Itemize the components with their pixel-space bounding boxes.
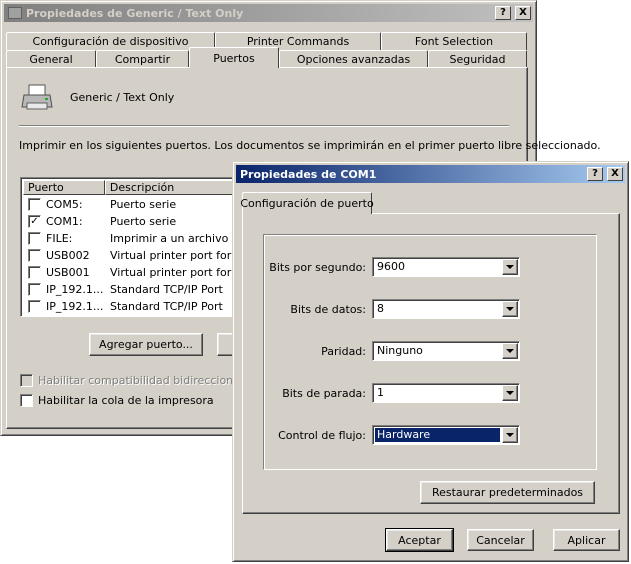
port-name: COM5: <box>46 198 83 211</box>
tab-font-selection[interactable]: Font Selection <box>381 32 527 50</box>
port-name: FILE: <box>46 232 73 245</box>
port-checkbox[interactable] <box>28 232 41 245</box>
tab-security[interactable]: Seguridad <box>428 50 527 68</box>
port-name: USB001 <box>46 266 90 279</box>
data-bits-select[interactable]: 8 <box>372 299 520 319</box>
port-checkbox[interactable] <box>28 249 41 262</box>
printer-window-icon <box>8 7 22 19</box>
help-button[interactable]: ? <box>587 167 603 181</box>
column-header-port[interactable]: Puerto <box>23 180 105 195</box>
add-port-button[interactable]: Agregar puerto... <box>89 333 203 356</box>
printer-name: Generic / Text Only <box>70 91 175 104</box>
window-title: Propiedades de Generic / Text Only <box>26 6 244 20</box>
port-description: Standard TCP/IP Port <box>110 283 223 296</box>
bidirectional-label: Habilitar compatibilidad bidireccional <box>38 374 243 387</box>
flow-control-select[interactable]: Hardware <box>372 425 520 445</box>
bits-per-second-select[interactable]: 9600 <box>372 257 520 277</box>
printer-pooling-checkbox[interactable] <box>20 394 33 407</box>
port-description: Imprimir a un archivo <box>110 232 229 245</box>
bidirectional-checkbox[interactable] <box>20 374 33 387</box>
ports-instruction: Imprimir en los siguientes puertos. Los … <box>19 139 601 152</box>
port-checkbox[interactable] <box>28 300 41 313</box>
port-checkbox[interactable]: ✓ <box>28 215 41 228</box>
port-name: COM1: <box>46 215 83 228</box>
restore-defaults-button[interactable]: Restaurar predeterminados <box>420 481 595 504</box>
port-checkbox[interactable] <box>28 266 41 279</box>
port-name: IP_192.1... <box>46 300 104 313</box>
data-bits-value: 8 <box>377 302 384 315</box>
flow-control-label: Control de flujo: <box>278 429 366 442</box>
tab-sharing[interactable]: Compartir <box>96 50 189 68</box>
com1-properties-dialog: Propiedades de COM1 ? X Configuración de… <box>232 161 629 562</box>
port-description: Puerto serie <box>110 198 177 211</box>
tab-port-settings[interactable]: Configuración de puerto <box>240 192 374 214</box>
port-name: IP_192.1... <box>46 283 104 296</box>
chevron-down-icon[interactable] <box>502 343 518 359</box>
parity-label: Paridad: <box>321 345 366 358</box>
apply-button[interactable]: Aplicar <box>553 529 620 551</box>
bits-per-second-value: 9600 <box>377 260 405 273</box>
stop-bits-select[interactable]: 1 <box>372 383 520 403</box>
bits-per-second-label: Bits por segundo: <box>269 261 366 274</box>
help-button[interactable]: ? <box>495 6 511 20</box>
port-checkbox[interactable] <box>28 198 41 211</box>
ok-button[interactable]: Aceptar <box>385 528 454 552</box>
chevron-down-icon[interactable] <box>502 427 518 443</box>
chevron-down-icon[interactable] <box>502 385 518 401</box>
printer-properties-titlebar[interactable]: Propiedades de Generic / Text Only ? X <box>4 4 533 22</box>
port-name: USB002 <box>46 249 90 262</box>
chevron-down-icon[interactable] <box>502 301 518 317</box>
tab-ports[interactable]: Puertos <box>189 47 279 68</box>
stop-bits-label: Bits de parada: <box>282 387 366 400</box>
header-separator <box>19 125 509 127</box>
flow-control-value: Hardware <box>375 428 500 442</box>
stop-bits-value: 1 <box>377 386 384 399</box>
data-bits-label: Bits de datos: <box>290 303 366 316</box>
close-button[interactable]: X <box>515 6 531 20</box>
port-checkbox[interactable] <box>28 283 41 296</box>
printer-icon <box>21 84 53 110</box>
cancel-button[interactable]: Cancelar <box>467 529 534 551</box>
parity-select[interactable]: Ninguno <box>372 341 520 361</box>
port-settings-panel: Bits por segundo: 9600 Bits de datos: 8 … <box>242 213 620 514</box>
tab-device-settings[interactable]: Configuración de dispositivo <box>6 32 215 50</box>
parity-value: Ninguno <box>377 344 423 357</box>
com1-dialog-titlebar[interactable]: Propiedades de COM1 ? X <box>236 165 625 183</box>
port-description: Standard TCP/IP Port <box>110 300 223 313</box>
port-description: Puerto serie <box>110 215 177 228</box>
printer-pooling-label: Habilitar la cola de la impresora <box>38 394 214 407</box>
close-button[interactable]: X <box>607 167 623 181</box>
tab-advanced-options[interactable]: Opciones avanzadas <box>279 50 428 68</box>
tab-general[interactable]: General <box>6 50 96 68</box>
chevron-down-icon[interactable] <box>502 259 518 275</box>
dialog-title: Propiedades de COM1 <box>240 167 377 181</box>
